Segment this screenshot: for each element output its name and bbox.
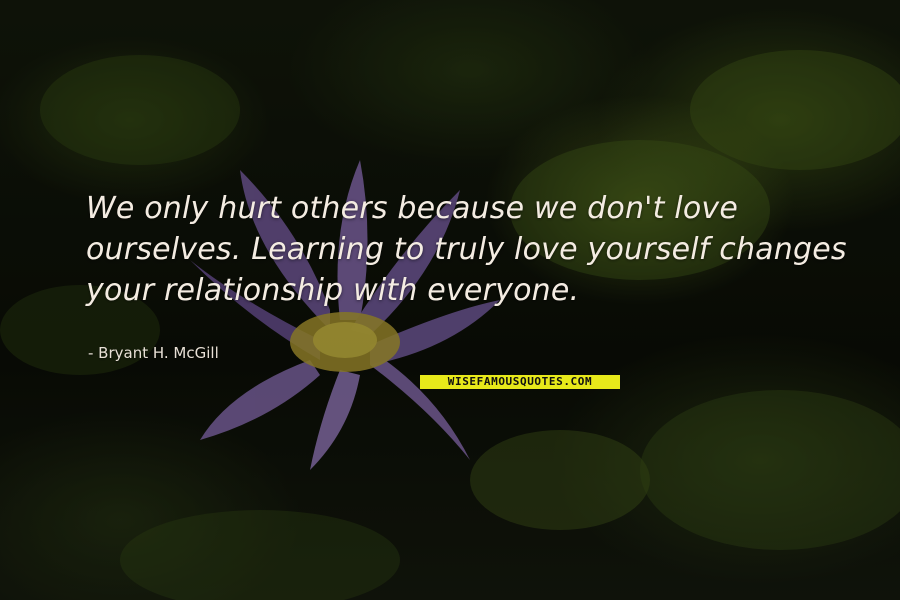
quote-line-1: We only hurt others because we don't lov…: [86, 191, 738, 226]
quote-line-2: ourselves. Learning to truly love yourse…: [86, 232, 847, 267]
quote-image: We only hurt others because we don't lov…: [0, 0, 900, 600]
quote-line-3: your relationship with everyone.: [86, 273, 580, 308]
watermark-logo: WISEFAMOUSQUOTES.COM: [420, 375, 620, 389]
quote-author: - Bryant H. McGill: [88, 344, 219, 362]
quote-text: We only hurt others because we don't lov…: [86, 188, 866, 311]
